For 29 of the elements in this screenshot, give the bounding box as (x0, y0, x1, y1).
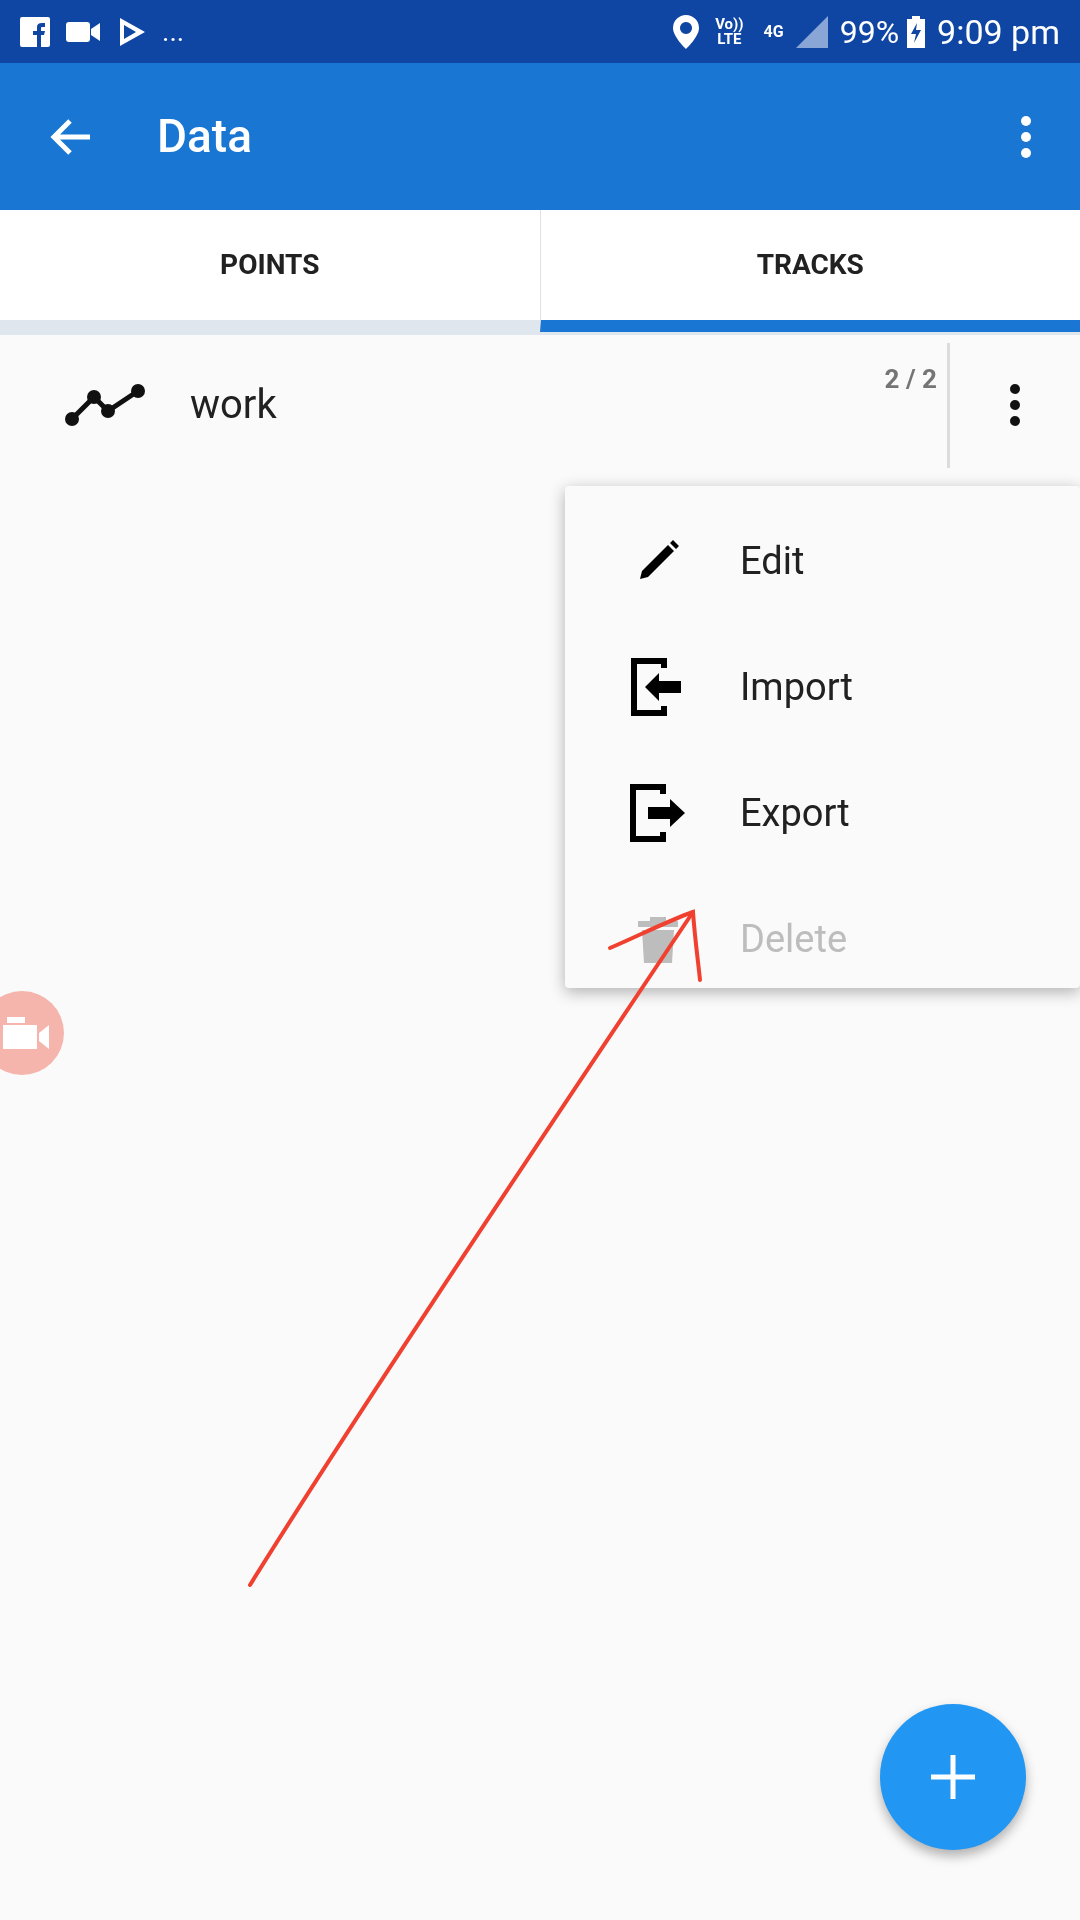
recorder-bubble[interactable] (0, 991, 64, 1075)
more-options-icon[interactable] (1020, 114, 1032, 159)
export-icon (629, 784, 686, 842)
signal-icon (795, 15, 828, 48)
tab[interactable]: TRACKS (539, 210, 1080, 332)
menu-item[interactable]: Edit (565, 498, 1080, 624)
lte-text: LTE (717, 31, 742, 47)
more-options-icon (1009, 383, 1021, 427)
track-line-icon (64, 383, 146, 427)
play-store-icon (118, 16, 146, 47)
battery-percent: 99% (839, 15, 900, 48)
network-type-text: 4G (763, 23, 784, 40)
menu-item[interactable]: Import (565, 624, 1080, 750)
trash-icon (637, 915, 678, 963)
track-name[interactable]: work (190, 375, 277, 435)
facebook-icon (20, 16, 50, 47)
battery-charging-icon (907, 15, 926, 48)
screen-title: Data (157, 108, 252, 165)
more-notifications-text: ... (162, 17, 185, 46)
menu-item[interactable]: Export (565, 750, 1080, 876)
clock: 9:09 pm (937, 14, 1060, 49)
video-icon (66, 20, 102, 43)
point-count: 2 / 2 (884, 363, 937, 396)
location-icon (673, 14, 700, 49)
tab[interactable]: POINTS (0, 210, 540, 332)
back-arrow-icon[interactable] (48, 116, 92, 157)
plus-icon (931, 1755, 975, 1799)
volte-text: Vo)) (715, 16, 744, 32)
add-button[interactable] (880, 1704, 1026, 1850)
